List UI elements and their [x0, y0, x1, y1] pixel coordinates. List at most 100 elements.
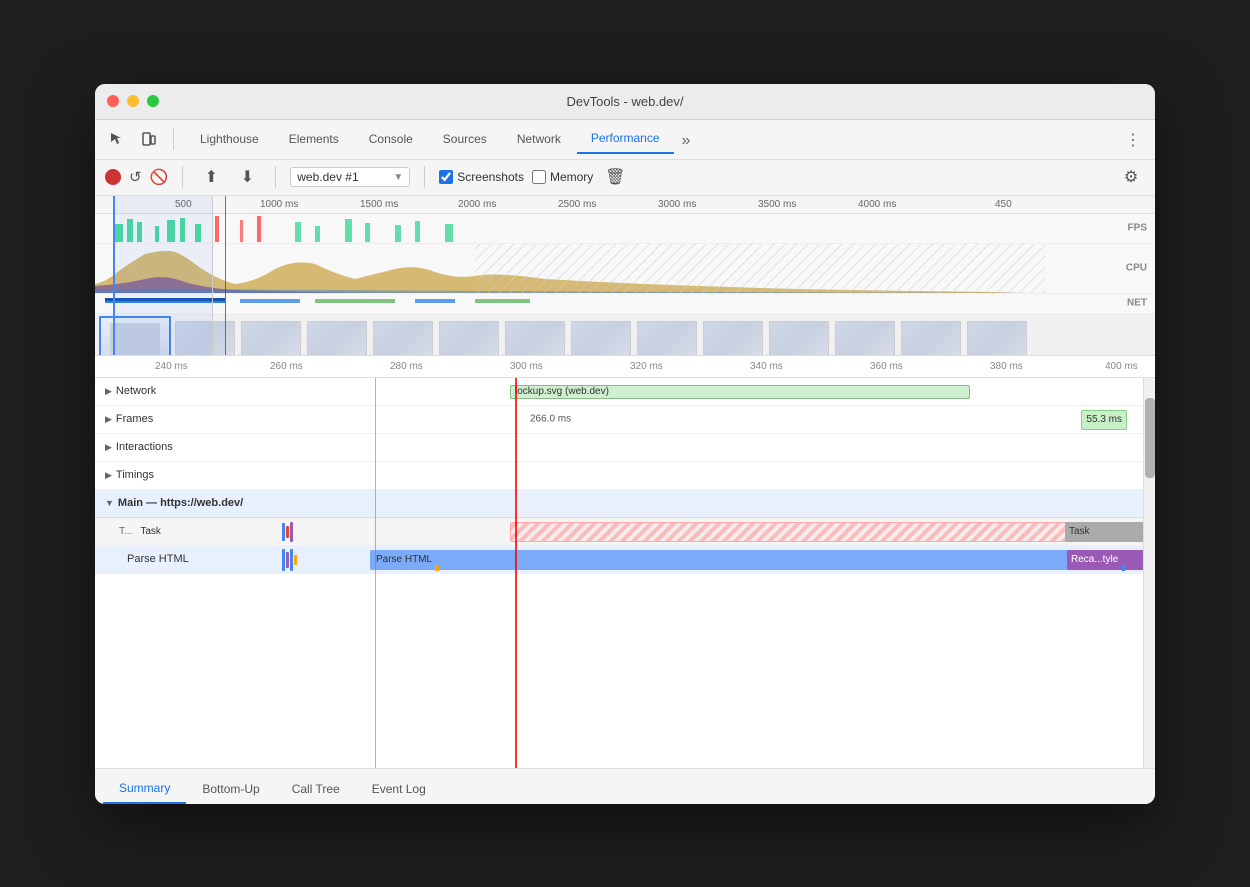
parse-html-bar[interactable]: Parse HTML [370, 550, 1090, 570]
screenshot-thumb[interactable] [241, 321, 301, 356]
tick-3000: 3000 ms [658, 199, 696, 210]
tab-console[interactable]: Console [355, 124, 427, 154]
record-button[interactable] [105, 169, 121, 185]
timeline-row-parse-html: Parse HTML Parse HTML Reca...tyle [95, 546, 1155, 574]
recalc-style-bar[interactable]: Reca...tyle [1067, 550, 1155, 570]
ruler-tick-280: 280 ms [390, 361, 423, 372]
task-bar-right[interactable]: Task [1065, 522, 1155, 542]
frames-expand-icon[interactable]: ▶ [105, 414, 112, 425]
timings-row-content [280, 462, 1155, 489]
timeline-content[interactable]: ▶ Network lockup.svg (web.dev) ▶ Frames [95, 378, 1155, 768]
main-row-label[interactable]: ▼ Main — https://web.dev/ [95, 497, 280, 509]
fps-bar: FPS [95, 214, 1155, 244]
ruler-tick-380: 380 ms [990, 361, 1023, 372]
screenshot-thumb[interactable] [901, 321, 961, 356]
url-selector[interactable]: web.dev #1 ▼ [290, 167, 410, 187]
task-row-label: T... Task [95, 526, 280, 537]
screenshot-thumb[interactable] [835, 321, 895, 356]
tab-network[interactable]: Network [503, 124, 575, 154]
tab-event-log[interactable]: Event Log [356, 774, 442, 804]
bottom-tabs: Summary Bottom-Up Call Tree Event Log [95, 768, 1155, 804]
small-bars [280, 518, 310, 545]
screenshot-thumb[interactable] [703, 321, 763, 356]
frames-row-label[interactable]: ▶ Frames [95, 413, 280, 425]
interactions-expand-icon[interactable]: ▶ [105, 442, 112, 453]
timeline-row-network: ▶ Network lockup.svg (web.dev) [95, 378, 1155, 406]
delete-recording-icon[interactable]: 🗑 [601, 163, 629, 191]
ruler-tick-260: 260 ms [270, 361, 303, 372]
tick-3500: 3500 ms [758, 199, 796, 210]
screenshot-thumb[interactable] [439, 321, 499, 356]
network-expand-icon[interactable]: ▶ [105, 386, 112, 397]
tab-elements[interactable]: Elements [275, 124, 353, 154]
ruler-tick-320: 320 ms [630, 361, 663, 372]
parse-html-row-label: Parse HTML [95, 553, 280, 565]
window-controls [107, 95, 159, 107]
timings-row-label[interactable]: ▶ Timings [95, 469, 280, 481]
ruler-tick-400: 400 ms [1105, 361, 1138, 372]
memory-checkbox[interactable] [532, 170, 546, 184]
screenshot-thumb[interactable] [373, 321, 433, 356]
reload-button[interactable]: ↺ [129, 168, 142, 186]
scrollbar-vertical[interactable] [1143, 378, 1155, 768]
ruler-tick-340: 340 ms [750, 361, 783, 372]
memory-checkbox-label[interactable]: Memory [532, 170, 593, 184]
devtools-window: DevTools - web.dev/ Lighthouse Elements … [95, 84, 1155, 804]
screenshots-checkbox[interactable] [439, 170, 453, 184]
network-row-label[interactable]: ▶ Network [95, 385, 280, 397]
devtools-menu-icon[interactable]: ⋮ [1119, 126, 1147, 154]
tab-lighthouse[interactable]: Lighthouse [186, 124, 273, 154]
close-button[interactable] [107, 95, 119, 107]
timings-expand-icon[interactable]: ▶ [105, 470, 112, 481]
main-expand-icon[interactable]: ▼ [105, 498, 114, 508]
blue-marker-bottom [1122, 565, 1125, 571]
tab-sources[interactable]: Sources [429, 124, 501, 154]
screenshot-thumb[interactable] [769, 321, 829, 356]
screenshot-thumb[interactable] [967, 321, 1027, 356]
cpu-bar: CPU [95, 244, 1155, 294]
timeline-row-task: T... Task Task [95, 518, 1155, 546]
inspect-icon[interactable] [103, 125, 131, 153]
tab-performance[interactable]: Performance [577, 124, 674, 154]
titlebar: DevTools - web.dev/ [95, 84, 1155, 120]
screenshot-highlight[interactable] [99, 316, 171, 356]
timeline-row-interactions: ▶ Interactions [95, 434, 1155, 462]
net-bar: NET [95, 294, 1155, 314]
separator [173, 128, 174, 150]
screenshot-thumb[interactable] [175, 321, 235, 356]
tab-bottom-up[interactable]: Bottom-Up [186, 774, 275, 804]
window-title: DevTools - web.dev/ [566, 94, 683, 109]
maximize-button[interactable] [147, 95, 159, 107]
clear-button[interactable]: 🚫 [150, 168, 169, 186]
tick-1000: 1000 ms [260, 199, 298, 210]
device-icon[interactable] [135, 125, 163, 153]
frames-row-content: 266.0 ms 55.3 ms [280, 406, 1155, 433]
frames-badge[interactable]: 55.3 ms [1081, 410, 1127, 430]
settings-icon[interactable]: ⚙ [1117, 163, 1145, 191]
scrollbar-thumb[interactable] [1145, 398, 1155, 478]
frame-duration: 266.0 ms [530, 414, 571, 425]
upload-icon[interactable]: ⬆ [197, 163, 225, 191]
long-task-bar[interactable] [510, 522, 1090, 542]
screenshot-thumb[interactable] [505, 321, 565, 356]
screenshot-thumb[interactable] [571, 321, 631, 356]
tick-2000: 2000 ms [458, 199, 496, 210]
tab-summary[interactable]: Summary [103, 774, 186, 804]
task-right-label: Task [1069, 526, 1090, 537]
separator [275, 166, 276, 188]
minimize-button[interactable] [127, 95, 139, 107]
task-label-short: T... [119, 526, 132, 537]
interactions-row-label[interactable]: ▶ Interactions [95, 441, 280, 453]
main-row-content [280, 490, 1155, 517]
download-icon[interactable]: ⬇ [233, 163, 261, 191]
tab-call-tree[interactable]: Call Tree [276, 774, 356, 804]
ruler-tick-360: 360 ms [870, 361, 903, 372]
tick-500: 500 [175, 199, 192, 210]
network-item-bar[interactable]: lockup.svg (web.dev) [510, 385, 970, 399]
more-tabs-button[interactable]: » [676, 128, 697, 154]
screenshots-checkbox-label[interactable]: Screenshots [439, 170, 524, 184]
screenshot-thumb[interactable] [307, 321, 367, 356]
parse-html-row-content: Parse HTML Reca...tyle [280, 546, 1155, 573]
screenshot-thumb[interactable] [637, 321, 697, 356]
network-row-content: lockup.svg (web.dev) [280, 378, 1155, 405]
